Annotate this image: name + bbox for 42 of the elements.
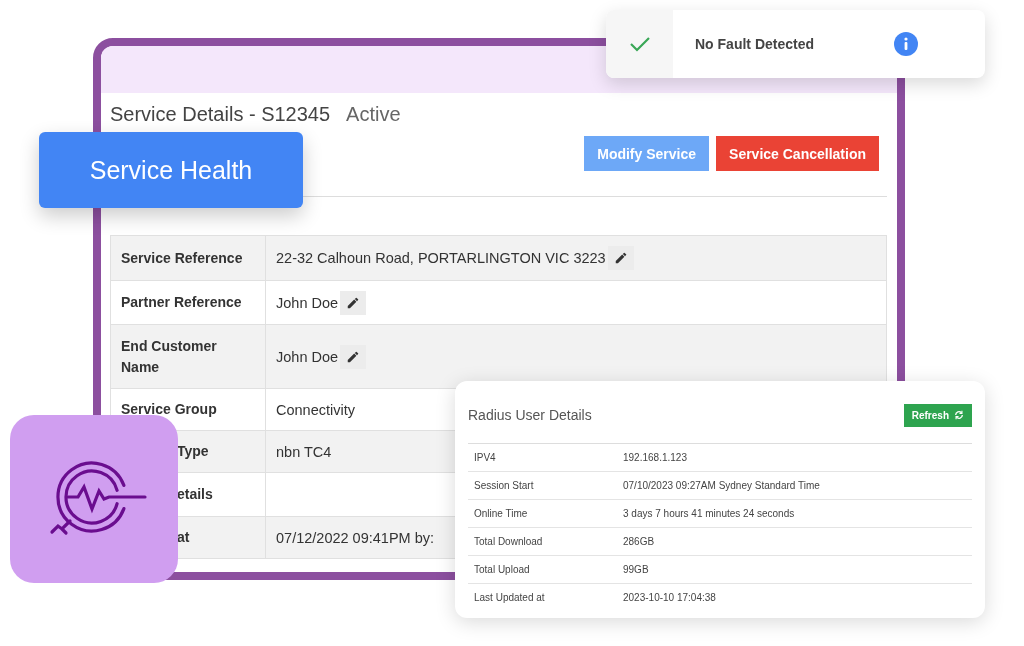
row-value: John Doe — [276, 294, 339, 311]
pencil-icon — [346, 349, 361, 364]
row-value: 3 days 7 hours 41 minutes 24 seconds — [623, 508, 795, 519]
service-health-badge: Service Health — [39, 132, 303, 208]
row-label: at — [177, 528, 190, 547]
pencil-icon — [346, 295, 361, 310]
status-label: Active — [346, 103, 401, 126]
refresh-button[interactable]: Refresh — [903, 403, 972, 427]
row-value: 192.168.1.123 — [623, 452, 687, 463]
row-value: 286GB — [623, 536, 655, 547]
edit-button[interactable] — [607, 246, 634, 270]
card-title: Radius User Details — [468, 407, 592, 423]
row-value: John Doe — [276, 348, 339, 365]
row-label: IPV4 — [473, 452, 497, 463]
row-label: Session Start — [473, 480, 535, 491]
row-label: Last Updated at — [473, 592, 546, 603]
modify-button[interactable]: Modify Service — [584, 136, 710, 171]
row-label: Total Upload — [473, 564, 531, 575]
cancel-button[interactable]: Service Cancellation — [716, 136, 879, 171]
row-value: 22-32 Calhoun Road, PORTARLINGTON VIC 3223 — [276, 250, 606, 266]
row-label: End Customer Name — [121, 336, 218, 377]
row-label: etails — [177, 485, 213, 504]
edit-button[interactable] — [340, 344, 367, 369]
notification-message: No Fault Detected — [695, 36, 814, 52]
row-label: Service Group — [121, 400, 217, 419]
row-label: Partner Reference — [121, 293, 242, 312]
row-label: Online Time — [473, 508, 529, 519]
row-value: 07/12/2022 09:41PM by: — [276, 529, 434, 546]
row-value: nbn TC4 — [276, 443, 332, 460]
page-title: Service Details - S12345 — [110, 103, 331, 126]
pencil-icon — [613, 251, 628, 265]
check-icon — [628, 35, 651, 53]
row-value: 2023-10-10 17:04:38 — [623, 592, 716, 603]
row-value: 99GB — [623, 564, 649, 575]
edit-button[interactable] — [340, 290, 367, 315]
row-label: Service Reference — [121, 248, 243, 268]
row-value: 07/10/2023 09:27AM Sydney Standard Time — [623, 480, 820, 491]
row-label: Total Download — [473, 536, 544, 547]
row-value: Connectivity — [276, 401, 355, 418]
row-label: Type — [177, 442, 209, 461]
info-icon[interactable] — [894, 32, 918, 56]
refresh-icon — [954, 410, 964, 420]
